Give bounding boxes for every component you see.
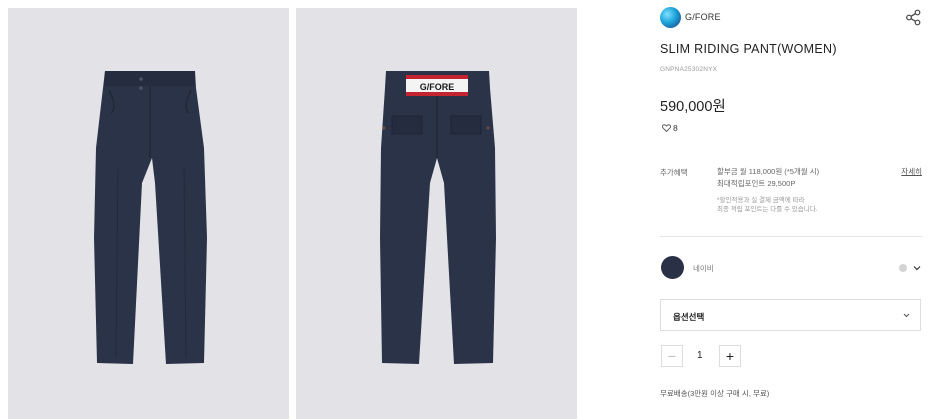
points-text: 최대적립포인트 29,500P xyxy=(717,179,796,188)
quantity-value: 1 xyxy=(697,350,703,361)
product-title: SLIM RIDING PANT(WOMEN) xyxy=(660,42,837,56)
benefit-details: 할부금 월 118,000원 (*5개월 시) 최대적립포인트 29,500P … xyxy=(717,166,887,214)
brand-logo-icon[interactable] xyxy=(660,7,681,28)
like-count: 8 xyxy=(673,123,678,133)
pants-front-illustration xyxy=(94,71,207,364)
pants-back-illustration: G/FORE xyxy=(380,71,496,364)
quantity-decrease-button[interactable]: − xyxy=(661,345,683,367)
product-image-back[interactable]: G/FORE xyxy=(296,8,577,419)
chevron-down-icon xyxy=(903,313,910,318)
shipping-info: 무료배송(3만원 이상 구매 시, 무료) xyxy=(660,389,770,398)
option-select-label: 옵션선택 xyxy=(673,312,705,322)
product-price: 590,000원 xyxy=(660,99,726,115)
chevron-down-icon[interactable] xyxy=(912,263,922,273)
color-dot xyxy=(899,264,907,272)
heart-icon xyxy=(662,124,671,132)
product-code: GNPNA25302NYX xyxy=(660,66,718,73)
product-info-panel: G/FORE SLIM RIDING PANT(WOMEN) GNPNA2530… xyxy=(660,0,922,419)
share-icon[interactable] xyxy=(905,9,922,26)
brand-name[interactable]: G/FORE xyxy=(685,12,721,22)
color-swatch-navy[interactable] xyxy=(661,256,684,279)
waistband-logo-text: G/FORE xyxy=(420,82,455,92)
brand-row: G/FORE xyxy=(660,7,922,29)
installment-text: 할부금 월 118,000원 (*5개월 시) xyxy=(717,167,820,176)
points-note-line-1: *할인적용과 실 결제 금액에 따라 xyxy=(717,197,805,204)
option-select[interactable]: 옵션선택 xyxy=(660,299,921,331)
points-note-line-2: 최종 적립 포인트는 다를 수 있습니다. xyxy=(717,206,818,213)
benefit-detail-link[interactable]: 자세히 xyxy=(901,166,922,177)
quantity-increase-button[interactable]: + xyxy=(719,345,741,367)
color-selector[interactable]: 네이비 xyxy=(660,256,922,280)
color-name: 네이비 xyxy=(693,264,714,273)
product-image-front[interactable] xyxy=(8,8,289,419)
divider xyxy=(660,236,922,237)
benefit-label: 추가혜택 xyxy=(660,168,688,177)
